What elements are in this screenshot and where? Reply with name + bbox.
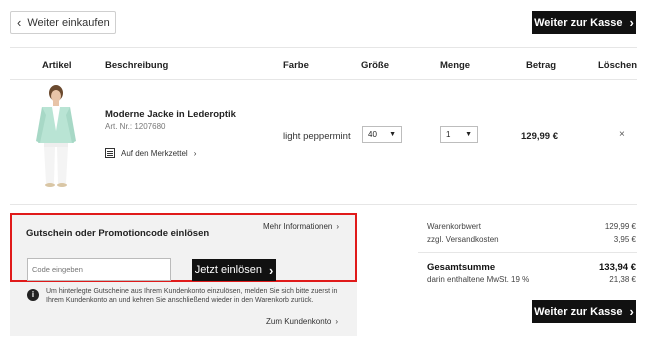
dropdown-arrow-icon: ▼	[389, 131, 396, 138]
header-size: Größe	[361, 60, 389, 71]
header-delete: Löschen	[598, 60, 638, 71]
wishlist-label: Auf den Merkzettel	[121, 148, 188, 158]
chevron-right-icon: ›	[193, 148, 197, 158]
divider	[10, 79, 637, 80]
header-color: Farbe	[283, 60, 309, 71]
shipping-label: zzgl. Versandkosten	[427, 235, 499, 244]
chevron-right-icon: ›	[268, 262, 274, 278]
wishlist-icon	[105, 148, 115, 158]
voucher-info-text: Um hinterlegte Gutscheine aus Ihrem Kund…	[46, 288, 338, 304]
voucher-code-input[interactable]	[27, 258, 171, 281]
redeem-button[interactable]: Jetzt einlösen ›	[192, 259, 276, 281]
item-color: light peppermint	[283, 131, 351, 142]
goods-value: 129,99 €	[604, 222, 636, 231]
vat-value: 21,38 €	[609, 275, 636, 284]
remove-item-button[interactable]: ×	[619, 129, 625, 140]
voucher-section: Gutschein oder Promotioncode einlösen Me…	[10, 213, 357, 282]
total-label: Gesamtsumme	[427, 262, 496, 273]
chevron-right-icon: ›	[336, 222, 340, 231]
chevron-right-icon: ›	[629, 15, 634, 30]
product-title[interactable]: Moderne Jacke in Lederoptik	[105, 109, 236, 120]
voucher-info: i Um hinterlegte Gutscheine aus Ihrem Ku…	[10, 282, 357, 336]
header-description: Beschreibung	[105, 60, 169, 71]
product-image[interactable]	[24, 83, 88, 189]
size-select[interactable]: 40 ▼	[362, 126, 402, 143]
redeem-label: Jetzt einlösen	[194, 264, 262, 276]
checkout-button-bottom[interactable]: Weiter zur Kasse ›	[532, 300, 636, 323]
chevron-right-icon: ›	[335, 317, 339, 326]
chevron-left-icon: ‹	[17, 15, 22, 30]
total-value: 133,94 €	[599, 262, 636, 273]
account-link-label: Zum Kundenkonto	[266, 317, 332, 326]
more-info-label: Mehr Informationen	[263, 222, 333, 231]
header-quantity: Menge	[440, 60, 471, 71]
divider	[418, 252, 637, 253]
voucher-title: Gutschein oder Promotioncode einlösen	[26, 228, 210, 239]
dropdown-arrow-icon: ▼	[465, 131, 472, 138]
goods-value-label: Warenkorbwert	[427, 222, 481, 231]
continue-shopping-button[interactable]: ‹ Weiter einkaufen	[10, 11, 116, 34]
item-price: 129,99 €	[521, 131, 558, 142]
article-number: Art. Nr.: 1207680	[105, 122, 166, 131]
header-amount: Betrag	[526, 60, 557, 71]
chevron-right-icon: ›	[629, 304, 634, 319]
quantity-select[interactable]: 1 ▼	[440, 126, 478, 143]
more-info-link[interactable]: Mehr Informationen ›	[263, 222, 339, 231]
header-article: Artikel	[42, 60, 72, 71]
vat-label: darin enthaltene MwSt. 19 %	[427, 275, 530, 284]
checkout-label: Weiter zur Kasse	[534, 16, 623, 29]
customer-account-link[interactable]: Zum Kundenkonto ›	[266, 317, 338, 326]
add-to-wishlist-link[interactable]: Auf den Merkzettel ›	[105, 148, 196, 158]
checkout-button-top[interactable]: Weiter zur Kasse ›	[532, 11, 636, 34]
size-value: 40	[368, 130, 377, 139]
quantity-value: 1	[446, 130, 451, 139]
checkout-label: Weiter zur Kasse	[534, 305, 623, 318]
info-icon: i	[27, 289, 39, 301]
divider	[10, 47, 637, 48]
continue-shopping-label: Weiter einkaufen	[27, 16, 110, 29]
shipping-value: 3,95 €	[613, 235, 636, 244]
divider	[10, 204, 637, 205]
